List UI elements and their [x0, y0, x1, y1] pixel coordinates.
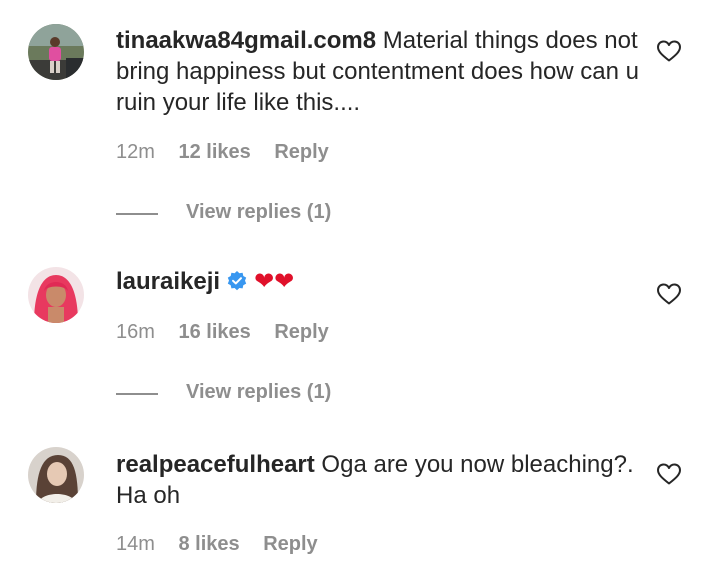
comment-meta: 12m 12 likes Reply [116, 141, 347, 164]
comment-likes[interactable]: 8 likes [178, 533, 239, 555]
reply-button[interactable]: Reply [263, 533, 317, 555]
comment-text: realpeacefulheart Oga are you now bleach… [116, 449, 646, 511]
heart-outline-icon[interactable] [656, 39, 682, 63]
avatar[interactable] [28, 24, 84, 80]
comment-meta: 14m 8 likes Reply [116, 533, 336, 556]
comment-likes[interactable]: 16 likes [178, 321, 250, 343]
comment-time: 14m [116, 533, 155, 555]
divider [116, 393, 158, 395]
divider [116, 213, 158, 215]
comment-username[interactable]: tinaakwa84gmail.com8 [116, 27, 376, 54]
verified-badge-icon [227, 271, 247, 291]
comment-body: ❤❤ [254, 268, 295, 295]
avatar[interactable] [28, 267, 84, 323]
comment-username[interactable]: realpeacefulheart [116, 451, 315, 478]
comment-time: 12m [116, 141, 155, 163]
reply-button[interactable]: Reply [274, 321, 328, 343]
heart-outline-icon[interactable] [656, 282, 682, 306]
view-replies-label[interactable]: View replies (1) [186, 381, 331, 404]
view-replies-label[interactable]: View replies (1) [186, 201, 331, 224]
reply-button[interactable]: Reply [274, 141, 328, 163]
comment-time: 16m [116, 321, 155, 343]
heart-outline-icon[interactable] [656, 462, 682, 486]
comment-text: lauraikeji ❤❤ [116, 266, 646, 297]
comment-text: tinaakwa84gmail.com8 Material things doe… [116, 25, 646, 118]
comment-username[interactable]: lauraikeji [116, 268, 220, 295]
comment-likes[interactable]: 12 likes [178, 141, 250, 163]
comment-meta: 16m 16 likes Reply [116, 321, 347, 344]
avatar[interactable] [28, 447, 84, 503]
